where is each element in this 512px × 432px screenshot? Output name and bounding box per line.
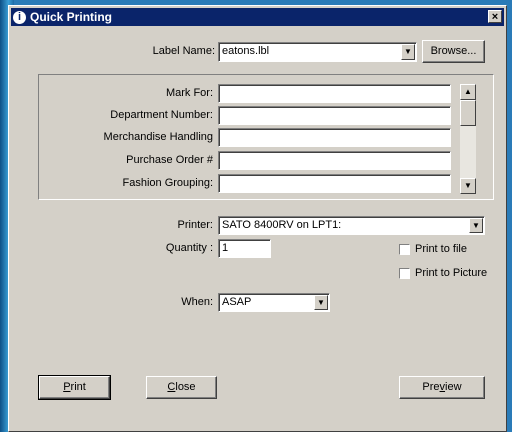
quantity-caption: Quantity : bbox=[165, 242, 213, 254]
when-combo[interactable]: ASAP ▼ bbox=[218, 293, 330, 312]
label-name-value: eatons.lbl bbox=[222, 45, 270, 57]
scroll-thumb[interactable] bbox=[460, 100, 476, 126]
print-to-picture-checkbox[interactable]: Print to Picture bbox=[399, 267, 487, 279]
info-icon: i bbox=[13, 10, 26, 24]
preview-label-start: Pre bbox=[422, 381, 440, 393]
printer-value: SATO 8400RV on LPT1: bbox=[222, 219, 342, 231]
print-to-file-label: Print to file bbox=[415, 243, 467, 255]
printer-caption: Printer: bbox=[177, 219, 213, 231]
quantity-input[interactable]: 1 bbox=[218, 239, 271, 258]
chevron-down-icon[interactable]: ▼ bbox=[401, 44, 415, 60]
chevron-down-icon[interactable]: ▼ bbox=[314, 295, 328, 310]
fashion-grouping-input[interactable] bbox=[218, 174, 451, 193]
close-button[interactable]: Close bbox=[146, 376, 217, 399]
scroll-down-icon[interactable]: ▼ bbox=[460, 178, 476, 194]
window-title: Quick Printing bbox=[30, 10, 113, 24]
fields-scrollbar[interactable]: ▲ ▼ bbox=[460, 84, 476, 194]
chevron-down-icon[interactable]: ▼ bbox=[469, 218, 483, 233]
preview-button[interactable]: Preview bbox=[399, 376, 485, 399]
checkbox-icon[interactable] bbox=[399, 267, 410, 279]
checkbox-icon[interactable] bbox=[399, 243, 410, 255]
when-caption: When: bbox=[181, 296, 213, 308]
close-window-button[interactable]: × bbox=[488, 10, 502, 23]
print-label: rint bbox=[70, 381, 86, 393]
quick-printing-dialog: i Quick Printing × Label Name: eatons.lb… bbox=[8, 5, 507, 432]
field-label-purchase-order: Purchase Order # bbox=[126, 154, 213, 166]
title-bar: i Quick Printing × bbox=[11, 8, 504, 26]
label-name-combo[interactable]: eatons.lbl ▼ bbox=[218, 42, 417, 62]
scroll-up-icon[interactable]: ▲ bbox=[460, 84, 476, 100]
merchandise-handling-input[interactable] bbox=[218, 128, 451, 147]
purchase-order-input[interactable] bbox=[218, 151, 451, 170]
field-label-mark-for: Mark For: bbox=[165, 87, 213, 99]
browse-button[interactable]: Browse... bbox=[422, 40, 485, 63]
print-mnemonic: P bbox=[63, 381, 71, 393]
label-name-caption: Label Name: bbox=[152, 45, 215, 57]
preview-label-end: iew bbox=[445, 381, 462, 393]
field-label-merchandise-handling: Merchandise Handling bbox=[103, 131, 213, 143]
print-button[interactable]: Print bbox=[38, 375, 111, 400]
when-value: ASAP bbox=[222, 296, 252, 308]
field-label-fashion-grouping: Fashion Grouping: bbox=[122, 177, 214, 189]
print-to-picture-label: Print to Picture bbox=[415, 267, 488, 279]
mark-for-input[interactable] bbox=[218, 84, 451, 103]
field-label-department-number: Department Number: bbox=[110, 109, 213, 121]
print-to-file-checkbox[interactable]: Print to file bbox=[399, 243, 467, 255]
close-label: lose bbox=[175, 381, 196, 393]
department-number-input[interactable] bbox=[218, 106, 451, 125]
printer-combo[interactable]: SATO 8400RV on LPT1: ▼ bbox=[218, 216, 485, 235]
